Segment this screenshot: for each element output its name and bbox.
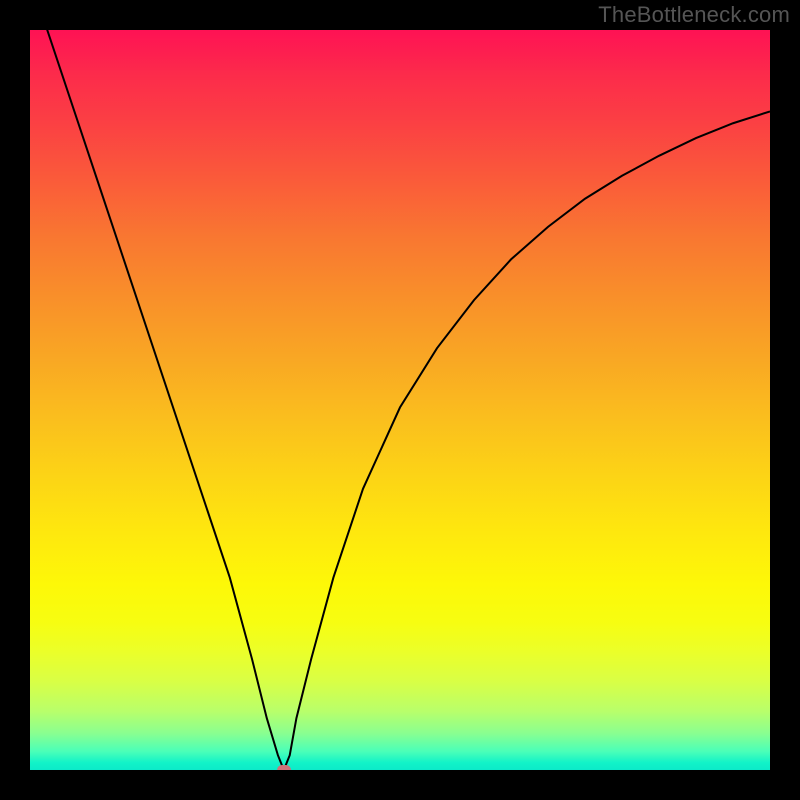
bottleneck-curve: [30, 30, 770, 770]
minimum-marker: [277, 765, 291, 770]
plot-area: [30, 30, 770, 770]
chart-frame: TheBottleneck.com: [0, 0, 800, 800]
watermark-text: TheBottleneck.com: [598, 2, 790, 28]
curve-svg: [30, 30, 770, 770]
